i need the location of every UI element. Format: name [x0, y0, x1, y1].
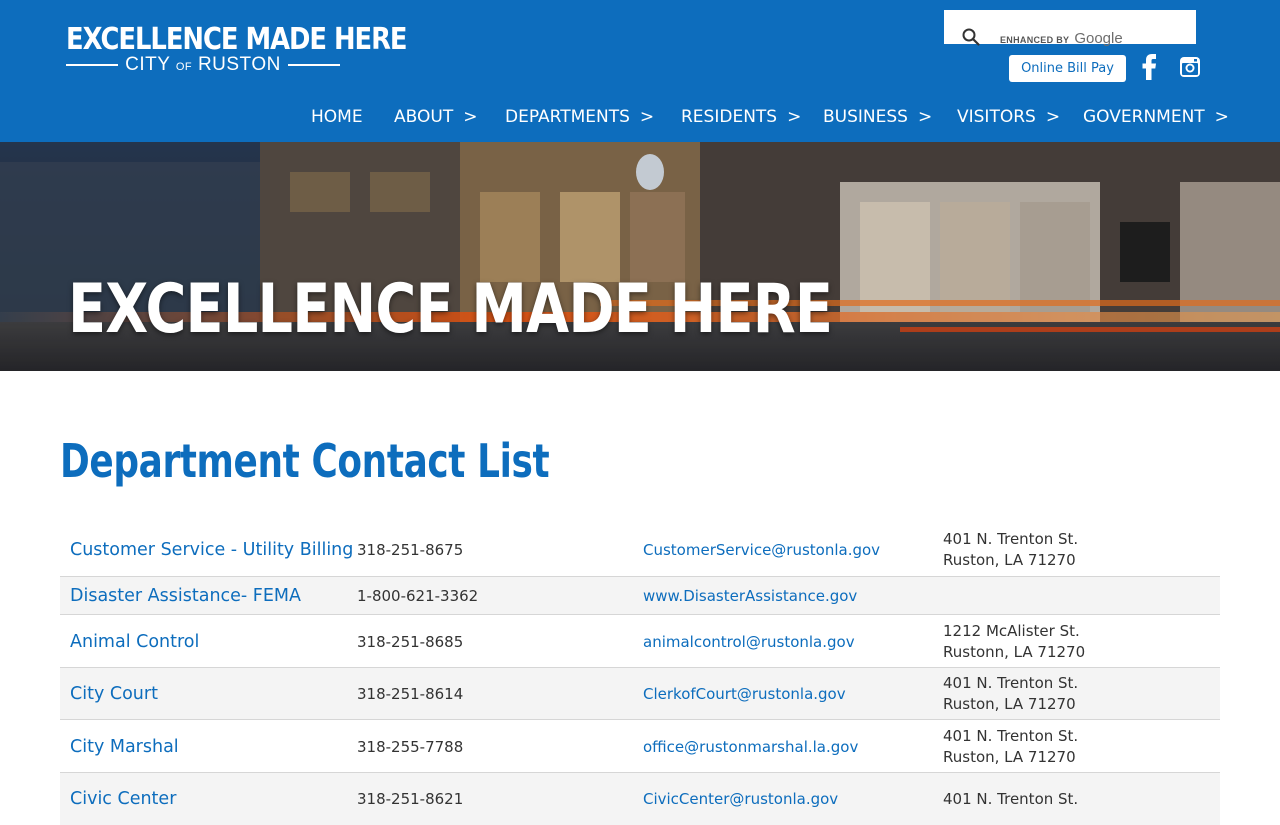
contact-row: Animal Control 318-251-8685 animalcontro…: [60, 614, 1220, 668]
nav-government[interactable]: GOVERNMENT >: [1083, 106, 1229, 128]
contact-address: 401 N. Trenton St. Ruston, LA 71270: [943, 720, 1078, 773]
address-line-1: 401 N. Trenton St.: [943, 530, 1079, 548]
contact-phone: 318-251-8675: [357, 541, 464, 559]
address-line-2: Ruston, LA 71270: [943, 695, 1076, 713]
online-bill-pay-button[interactable]: Online Bill Pay: [1009, 55, 1126, 82]
address-line-2: Ruston, LA 71270: [943, 551, 1076, 569]
contact-name-link[interactable]: City Court: [70, 668, 158, 720]
contact-phone: 318-251-8685: [357, 632, 464, 651]
contact-address: 401 N. Trenton St. Ruston, LA 71270: [943, 668, 1078, 720]
logo-rule-right: [287, 64, 340, 66]
contact-name-link[interactable]: Disaster Assistance- FEMA: [70, 577, 301, 614]
logo-subtitle: CITY OF RUSTON: [66, 54, 340, 76]
contact-address: 401 N. Trenton St. Ruston, LA 71270: [943, 524, 1078, 576]
chevron-right-icon: >: [639, 107, 655, 127]
contact-row: City Court 318-251-8614 ClerkofCourt@rus…: [60, 667, 1220, 720]
hero-banner: EXCELLENCE MADE HERE: [0, 142, 1280, 371]
instagram-icon[interactable]: [1179, 56, 1201, 78]
address-line-2: Ruston, LA 71270: [943, 747, 1076, 766]
contact-row: Disaster Assistance- FEMA 1-800-621-3362…: [60, 576, 1220, 614]
nav-about[interactable]: ABOUT >: [394, 106, 477, 128]
nav-residents[interactable]: RESIDENTS >: [681, 106, 801, 128]
contact-row: Civic Center 318-251-8621 CivicCenter@ru…: [60, 772, 1220, 825]
address-line-1: 1212 McAlister St.: [943, 621, 1080, 640]
page-title: Department Contact List: [60, 434, 550, 488]
contact-name-link[interactable]: Animal Control: [70, 615, 199, 668]
chevron-right-icon: >: [787, 107, 802, 127]
contact-row: City Marshal 318-255-7788 office@rustonm…: [60, 719, 1220, 773]
contact-name-link[interactable]: Customer Service - Utility Billing: [70, 524, 353, 576]
nav-home[interactable]: HOME: [311, 106, 363, 128]
contact-phone: 318-251-8621: [357, 790, 464, 808]
contact-phone: 1-800-621-3362: [357, 586, 479, 605]
search-input[interactable]: ENHANCED BY Google: [944, 10, 1196, 47]
logo-city-name: CITY OF RUSTON: [125, 54, 281, 75]
search-enhanced-label: ENHANCED BY: [1000, 35, 1070, 45]
contact-phone: 318-251-8614: [357, 685, 464, 703]
site-header: EXCELLENCE MADE HERE CITY OF RUSTON ENHA…: [0, 0, 1280, 142]
site-logo[interactable]: EXCELLENCE MADE HERE CITY OF RUSTON: [66, 22, 408, 78]
nav-visitors[interactable]: VISITORS >: [957, 106, 1060, 128]
contact-address: 401 N. Trenton St.: [943, 773, 1078, 825]
logo-rule-left: [66, 64, 118, 66]
address-line-1: 401 N. Trenton St.: [943, 726, 1079, 745]
chevron-right-icon: >: [917, 107, 933, 127]
search-brand: ENHANCED BY Google: [1000, 30, 1123, 47]
address-line-2: Rustonn, LA 71270: [943, 642, 1086, 661]
search-icon[interactable]: [962, 28, 980, 46]
logo-title: EXCELLENCE MADE HERE: [66, 22, 408, 57]
address-line-1: 401 N. Trenton St.: [943, 789, 1079, 808]
chevron-right-icon: >: [1045, 107, 1061, 127]
contact-email-link[interactable]: CivicCenter@rustonla.gov: [643, 773, 838, 825]
chevron-right-icon: >: [463, 107, 478, 127]
nav-business[interactable]: BUSINESS >: [823, 106, 932, 128]
contact-phone: 318-255-7788: [357, 737, 464, 756]
contact-email-link[interactable]: CustomerService@rustonla.gov: [643, 524, 880, 576]
contact-row: Customer Service - Utility Billing 318-2…: [60, 524, 1220, 576]
contact-website-link[interactable]: www.DisasterAssistance.gov: [643, 577, 857, 614]
hero-title: EXCELLENCE MADE HERE: [68, 270, 833, 349]
nav-departments[interactable]: DEPARTMENTS >: [505, 106, 654, 128]
google-wordmark: Google: [1074, 30, 1123, 47]
contact-email-link[interactable]: ClerkofCourt@rustonla.gov: [643, 668, 846, 720]
address-line-1: 401 N. Trenton St.: [943, 674, 1079, 692]
chevron-right-icon: >: [1214, 107, 1229, 127]
contact-email-link[interactable]: office@rustonmarshal.la.gov: [643, 720, 858, 773]
contact-email-link[interactable]: animalcontrol@rustonla.gov: [643, 615, 855, 668]
contact-name-link[interactable]: Civic Center: [70, 773, 176, 825]
contact-name-link[interactable]: City Marshal: [70, 720, 179, 773]
facebook-icon[interactable]: [1140, 54, 1158, 80]
contact-address: 1212 McAlister St. Rustonn, LA 71270: [943, 615, 1085, 668]
